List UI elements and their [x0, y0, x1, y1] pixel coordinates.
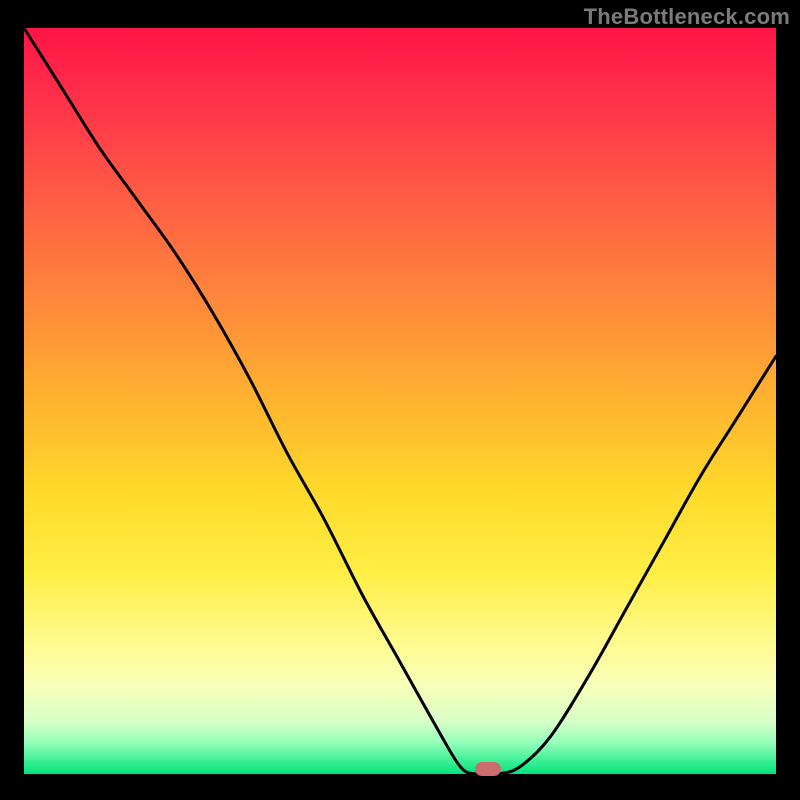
optimum-marker: [475, 762, 501, 776]
bottleneck-curve: [24, 28, 776, 774]
chart-container: TheBottleneck.com: [0, 0, 800, 800]
plot-area: [24, 28, 776, 774]
watermark-text: TheBottleneck.com: [584, 4, 790, 30]
